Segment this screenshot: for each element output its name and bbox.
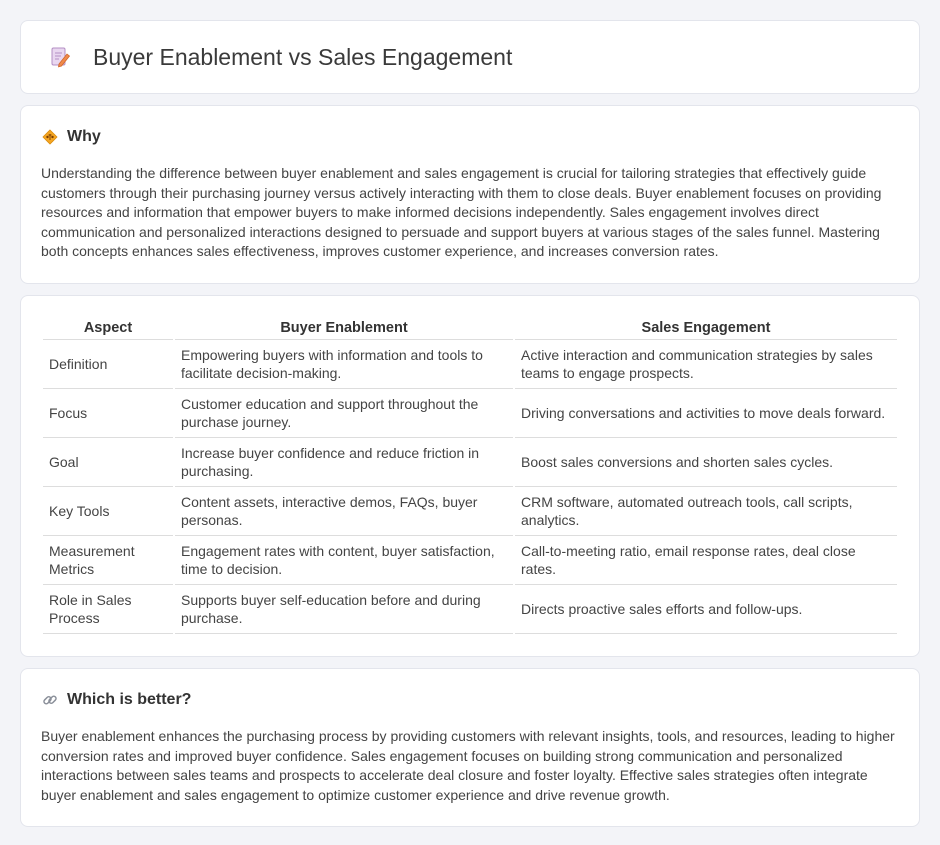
why-text: Understanding the difference between buy… — [41, 165, 882, 259]
table-row: Definition Empowering buyers with inform… — [43, 340, 897, 389]
table-header-row: Aspect Buyer Enablement Sales Engagement — [43, 316, 897, 340]
header-aspect: Aspect — [43, 316, 173, 340]
aspect-cell: Role in Sales Process — [43, 585, 173, 634]
sales-engagement-cell: Boost sales conversions and shorten sale… — [515, 438, 897, 487]
which-is-better-section: Which is better? Buyer enablement enhanc… — [20, 668, 920, 827]
better-title: Which is better? — [67, 691, 192, 708]
diamond-signal-icon — [41, 128, 59, 146]
table-row: Goal Increase buyer confidence and reduc… — [43, 438, 897, 487]
table-row: Role in Sales Process Supports buyer sel… — [43, 585, 897, 634]
table-row: Key Tools Content assets, interactive de… — [43, 487, 897, 536]
table-row: Focus Customer education and support thr… — [43, 389, 897, 438]
why-title: Why — [67, 128, 101, 145]
why-section: Why Understanding the difference between… — [20, 105, 920, 284]
sales-engagement-cell: Directs proactive sales efforts and foll… — [515, 585, 897, 634]
better-header: Which is better? — [41, 691, 899, 709]
page-title: Buyer Enablement vs Sales Engagement — [93, 43, 513, 70]
document-pencil-icon — [47, 44, 73, 70]
aspect-cell: Key Tools — [43, 487, 173, 536]
aspect-cell: Goal — [43, 438, 173, 487]
buyer-enablement-cell: Supports buyer self-education before and… — [175, 585, 513, 634]
sales-engagement-cell: Active interaction and communication str… — [515, 340, 897, 389]
why-header: Why — [41, 128, 899, 146]
table-row: Measurement Metrics Engagement rates wit… — [43, 536, 897, 585]
buyer-enablement-cell: Engagement rates with content, buyer sat… — [175, 536, 513, 585]
header-sales-engagement: Sales Engagement — [515, 316, 897, 340]
aspect-cell: Measurement Metrics — [43, 536, 173, 585]
better-text: Buyer enablement enhances the purchasing… — [41, 728, 895, 803]
comparison-table: Aspect Buyer Enablement Sales Engagement… — [41, 316, 899, 634]
sales-engagement-cell: Call-to-meeting ratio, email response ra… — [515, 536, 897, 585]
sales-engagement-cell: CRM software, automated outreach tools, … — [515, 487, 897, 536]
buyer-enablement-cell: Increase buyer confidence and reduce fri… — [175, 438, 513, 487]
buyer-enablement-cell: Empowering buyers with information and t… — [175, 340, 513, 389]
buyer-enablement-cell: Content assets, interactive demos, FAQs,… — [175, 487, 513, 536]
sales-engagement-cell: Driving conversations and activities to … — [515, 389, 897, 438]
buyer-enablement-cell: Customer education and support throughou… — [175, 389, 513, 438]
header-card: Buyer Enablement vs Sales Engagement — [20, 20, 920, 94]
aspect-cell: Definition — [43, 340, 173, 389]
link-icon — [41, 691, 59, 709]
comparison-table-card: Aspect Buyer Enablement Sales Engagement… — [20, 295, 920, 657]
header-buyer-enablement: Buyer Enablement — [175, 316, 513, 340]
aspect-cell: Focus — [43, 389, 173, 438]
